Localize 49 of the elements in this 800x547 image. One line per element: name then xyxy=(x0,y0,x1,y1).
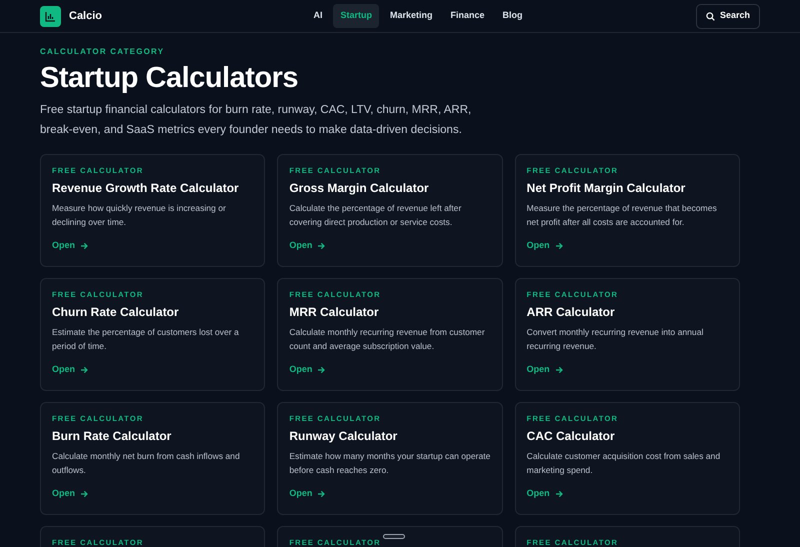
arrow-right-icon xyxy=(554,490,563,498)
open-link[interactable]: Open xyxy=(526,487,563,500)
card-description: Convert monthly recurring revenue into annual recurring revenue. xyxy=(526,326,704,353)
card-description: Estimate how many months your startup can operate before cash reaches zero. xyxy=(289,450,491,477)
card-description: Calculate the percentage of revenue left after covering direct production or service costs. xyxy=(289,202,462,229)
arrow-right-icon xyxy=(554,366,563,374)
open-link[interactable]: Open xyxy=(52,363,88,376)
page-title: Startup Calculators xyxy=(40,61,299,96)
nav-link[interactable]: Startup xyxy=(333,4,379,28)
card-title: MRR Calculator xyxy=(289,304,380,320)
arrow-right-icon xyxy=(80,366,88,374)
open-link[interactable]: Open xyxy=(52,487,88,500)
search-button[interactable]: Search xyxy=(696,4,760,28)
open-link[interactable]: Open xyxy=(289,487,326,500)
brand-name[interactable]: Calcio xyxy=(69,8,102,24)
arrow-right-icon xyxy=(317,366,326,374)
card-title: Burn Rate Calculator xyxy=(52,428,172,444)
search-icon xyxy=(706,12,715,20)
card-description: Measure the percentage of revenue that becomes net profit after all costs are accounted for. xyxy=(526,202,718,229)
logo-icon[interactable] xyxy=(40,6,61,26)
card-title: Revenue Growth Rate Calculator xyxy=(52,180,240,196)
card-title: ARR Calculator xyxy=(526,304,616,320)
card-description: Calculate monthly recurring revenue from customer count and average subscription value. xyxy=(289,326,486,353)
nav-link[interactable]: Blog xyxy=(496,4,530,28)
nav-link[interactable]: Finance xyxy=(443,4,492,28)
card-title: Net Profit Margin Calculator xyxy=(526,180,686,196)
card-description: Estimate the percentage of customers lost over a period of time. xyxy=(52,326,240,353)
arrow-right-icon xyxy=(80,242,88,250)
arrow-right-icon xyxy=(80,490,88,498)
scroll-handle[interactable] xyxy=(383,534,405,539)
nav-link[interactable]: AI xyxy=(306,4,330,28)
card-description: Calculate monthly net burn from cash inflows and outflows. xyxy=(52,450,241,477)
category-label: CALCULATOR CATEGORY xyxy=(40,46,166,58)
open-link[interactable]: Open xyxy=(289,239,326,252)
open-link[interactable]: Open xyxy=(526,239,563,252)
page-description: Free startup financial calculators for burn rate, runway, CAC, LTV, churn, MRR, ARR, break-even, and SaaS metrics every founder needs to make data-driven decisions. xyxy=(40,103,472,138)
card-description: Calculate customer acquisition cost from sales and marketing spend. xyxy=(526,450,722,477)
card-title: Churn Rate Calculator xyxy=(52,304,180,320)
arrow-right-icon xyxy=(554,242,563,250)
arrow-right-icon xyxy=(317,242,326,250)
card-title: CAC Calculator xyxy=(526,428,616,444)
open-link[interactable]: Open xyxy=(52,239,88,252)
card-description: Measure how quickly revenue is increasing or declining over time. xyxy=(52,202,227,229)
open-link[interactable]: Open xyxy=(289,363,326,376)
card-title: Gross Margin Calculator xyxy=(289,180,430,196)
nav-link[interactable]: Marketing xyxy=(382,4,440,28)
open-link[interactable]: Open xyxy=(526,363,563,376)
arrow-right-icon xyxy=(317,490,326,498)
card-title: Runway Calculator xyxy=(289,428,398,444)
